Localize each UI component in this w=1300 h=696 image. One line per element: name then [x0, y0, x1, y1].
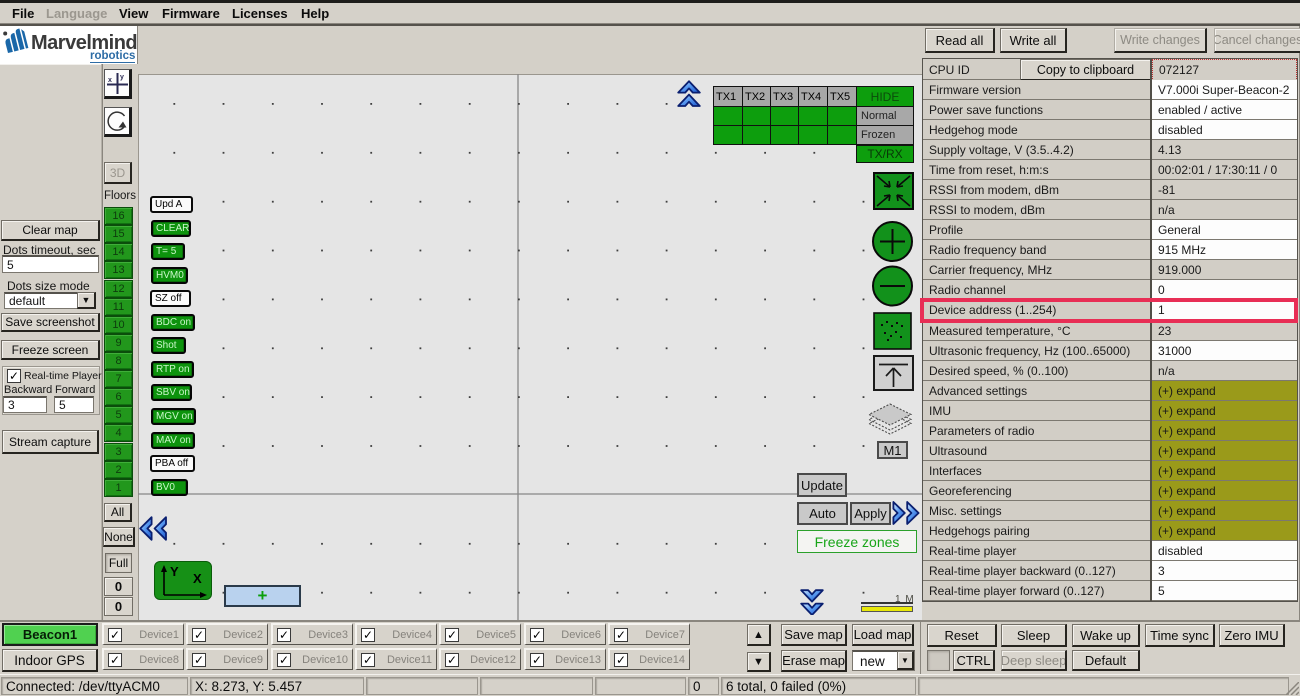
svg-text:Y: Y — [170, 564, 179, 579]
svg-text:x: x — [108, 77, 112, 84]
svg-text:X: X — [193, 571, 202, 586]
svg-text:y: y — [120, 74, 124, 81]
